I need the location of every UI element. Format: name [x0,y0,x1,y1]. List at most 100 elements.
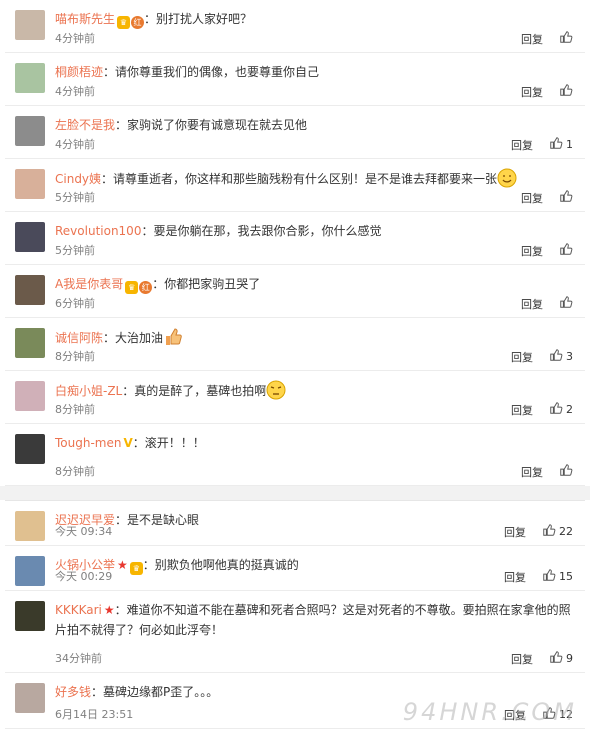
reply-button[interactable]: 回复 [521,464,543,480]
avatar[interactable] [15,328,45,358]
thumbs-up-icon [549,136,563,153]
thumbs-up-icon [559,83,573,100]
thumbs-up-icon [559,242,573,259]
avatar[interactable] [15,556,45,586]
comment-text: ：真的是醉了，墓碑也拍啊 [122,384,267,398]
avatar[interactable] [15,683,45,713]
comment-actions: 回复 [521,242,573,259]
star-badge-icon: ★ [103,603,115,617]
avatar[interactable] [15,63,45,93]
username-link[interactable]: 桐颜梧迹 [55,65,103,79]
comment-actions: 回复 22 [504,523,573,540]
like-count: 22 [559,525,573,538]
comment-item: 火锅小公举 ★ ♛ ：别欺负他啊他真的挺真诚的 今天 00:29 回复 15 [5,546,585,591]
red-badge-icon: 红 [139,281,153,294]
vip-badge-icon: ♛ [125,281,139,294]
reply-button[interactable]: 回复 [504,569,526,585]
avatar[interactable] [15,381,45,411]
like-button[interactable] [559,463,573,480]
reply-button[interactable]: 回复 [521,84,543,100]
username-link[interactable]: A我是你表哥 [55,277,123,291]
comment-actions: 回复 9 [511,650,573,667]
username-link[interactable]: 白痴小姐-ZL [55,384,122,398]
like-count: 3 [566,350,573,363]
comment-time: 今天 00:29 [55,570,113,583]
like-button[interactable]: 22 [542,523,573,540]
comment-item: 喵布斯先生 ♛ 红：别打扰人家好吧？ 4分钟前 回复 [5,0,585,53]
reply-button[interactable]: 回复 [521,190,543,206]
like-button[interactable]: 9 [549,650,573,667]
username-link[interactable]: 好多钱 [55,685,91,699]
annoyed-emoji [266,380,286,400]
thumbs-up-icon [549,348,563,365]
like-button[interactable]: 1 [549,136,573,153]
comment-list-top: 喵布斯先生 ♛ 红：别打扰人家好吧？ 4分钟前 回复 桐颜梧迹：请你尊重我们的偶像，也要尊… [5,0,585,486]
like-count: 9 [566,652,573,665]
reply-button[interactable]: 回复 [521,296,543,312]
username-link[interactable]: 喵布斯先生 [55,12,115,26]
comment-item: Revolution100：要是你躺在那，我去跟你合影，你什么感觉 5分钟前 回复 [5,212,585,265]
comment-text: ：要是你躺在那，我去跟你合影，你什么感觉 [141,224,382,238]
like-button[interactable] [559,189,573,206]
vip-badge-icon: ♛ [117,16,131,29]
comment-time: 8分钟前 [55,465,95,478]
reply-button[interactable]: 回复 [504,524,526,540]
comment-time: 5分钟前 [55,244,95,257]
thumbs-up-icon [559,463,573,480]
thumbs-up-emoji [163,327,183,347]
comment-item: 桐颜梧迹：请你尊重我们的偶像，也要尊重你自己 4分钟前 回复 [5,53,585,106]
star-badge-icon: ★ [117,558,128,572]
reply-button[interactable]: 回复 [521,31,543,47]
username-link[interactable]: 诚信阿陈 [55,331,103,345]
comment-text: ：别打扰人家好吧？ [144,12,253,26]
watermark: 94HNR.COM [402,698,577,726]
username-link[interactable]: KKKKari [55,603,102,617]
avatar[interactable] [15,511,45,541]
vip-badge-icon: ♛ [129,562,143,575]
username-link[interactable]: 左脸不是我 [55,118,115,132]
comment-item: Cindy姨：请尊重逝者，你这样和那些脑残粉有什么区别！是不是谁去拜都要来一张 5… [5,159,585,212]
comment-text: ：别欺负他啊他真的挺真诚的 [142,558,299,572]
reply-button[interactable]: 回复 [521,243,543,259]
thumbs-up-icon [549,650,563,667]
comment-time: 4分钟前 [55,85,95,98]
avatar[interactable] [15,275,45,305]
thumbs-up-icon [542,568,556,585]
avatar[interactable] [15,116,45,146]
like-count: 2 [566,403,573,416]
reply-button[interactable]: 回复 [511,137,533,153]
comment-item: Tough-men V：滚开！！！ 8分钟前 回复 [5,424,585,486]
comment-time: 8分钟前 [55,350,95,363]
comment-text: ：是不是缺心眼 [115,513,200,527]
red-badge-icon: 红 [131,16,145,29]
like-button[interactable]: 15 [542,568,573,585]
avatar[interactable] [15,169,45,199]
username-link[interactable]: Cindy姨 [55,172,101,186]
comment-time: 4分钟前 [55,32,95,45]
reply-button[interactable]: 回复 [511,349,533,365]
like-button[interactable] [559,83,573,100]
reply-button[interactable]: 回复 [511,402,533,418]
comment-time: 今天 09:34 [55,525,113,538]
avatar[interactable] [15,434,45,464]
comment-time: 4分钟前 [55,138,95,151]
like-button[interactable] [559,295,573,312]
avatar[interactable] [15,222,45,252]
comment-actions: 回复 3 [511,348,573,365]
comment-actions: 回复 [521,189,573,206]
comment-item: 诚信阿陈：大治加油 8分钟前 回复 3 [5,318,585,371]
reply-button[interactable]: 回复 [511,651,533,667]
like-button[interactable]: 3 [549,348,573,365]
avatar[interactable] [15,10,45,40]
username-link[interactable]: Tough-men [55,436,121,450]
comment-actions: 回复 2 [511,401,573,418]
like-button[interactable] [559,242,573,259]
comment-text: ：请你尊重我们的偶像，也要尊重你自己 [103,65,320,79]
like-button[interactable] [559,30,573,47]
avatar[interactable] [15,601,45,631]
username-link[interactable]: Revolution100 [55,224,141,238]
comment-item: 白痴小姐-ZL：真的是醉了，墓碑也拍啊 8分钟前 回复 2 [5,371,585,424]
section-divider [0,486,590,500]
thumbs-up-icon [559,295,573,312]
like-button[interactable]: 2 [549,401,573,418]
